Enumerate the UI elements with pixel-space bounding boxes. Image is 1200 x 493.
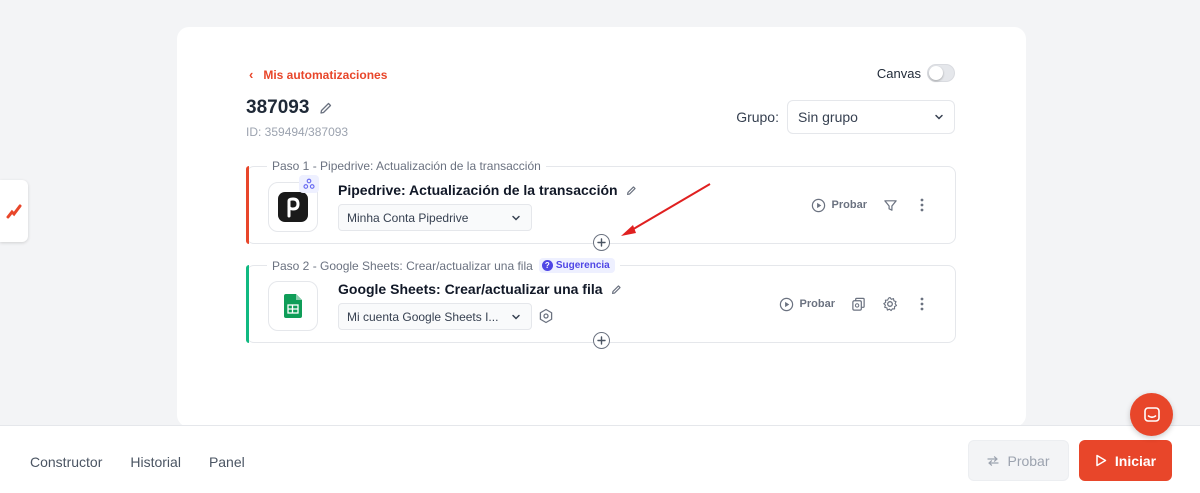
plus-icon: [597, 238, 606, 247]
iniciar-label: Iniciar: [1114, 452, 1157, 469]
step-title: Google Sheets: Crear/actualizar una fila: [338, 281, 622, 297]
google-sheets-icon: [284, 294, 302, 318]
account-select-value: Minha Conta Pipedrive: [347, 210, 469, 225]
probar-button[interactable]: Probar: [811, 198, 867, 213]
add-step-button[interactable]: [593, 332, 610, 349]
footer-bar: Constructor Historial Panel Probar Inici…: [0, 425, 1200, 493]
chevron-down-icon: [935, 114, 943, 120]
step-actions: Probar: [811, 167, 931, 243]
play-icon: [1096, 454, 1107, 467]
add-step-button[interactable]: [593, 234, 610, 251]
plus-icon: [597, 336, 606, 345]
settings-button[interactable]: [881, 295, 899, 313]
chat-support-button[interactable]: [1130, 393, 1173, 436]
question-icon: ?: [541, 260, 553, 271]
probar-label: Probar: [799, 298, 835, 310]
kebab-menu-icon: [920, 198, 924, 212]
filter-icon: [883, 199, 897, 211]
hexagon-settings-icon[interactable]: [538, 308, 554, 324]
chevron-down-icon: [512, 215, 520, 221]
account-select[interactable]: Minha Conta Pipedrive: [338, 204, 532, 231]
pencil-icon[interactable]: [611, 284, 622, 295]
iniciar-button[interactable]: Iniciar: [1079, 440, 1172, 481]
automation-card: ‹ Mis automatizaciones Canvas 387093 ID:…: [177, 27, 1026, 427]
step-accent-bar: [246, 265, 249, 343]
gear-icon: [883, 296, 898, 312]
swap-arrows-icon: [987, 455, 1000, 466]
step-card-1[interactable]: Paso 1 - Pipedrive: Actualización de la …: [246, 159, 956, 244]
play-circle-icon: [811, 198, 825, 212]
more-options-button[interactable]: [913, 295, 931, 313]
step-accent-bar: [246, 166, 249, 244]
automation-id: ID: 359494/387093: [246, 125, 349, 139]
back-link-label: Mis automatizaciones: [263, 67, 388, 82]
step-legend: Paso 1 - Pipedrive: Actualización de la …: [267, 159, 546, 173]
suggestion-badge[interactable]: ? Sugerencia: [538, 258, 615, 273]
footer-tabs: Constructor Historial Panel: [30, 454, 245, 470]
webhook-icon: [299, 175, 319, 193]
footer-probar-label: Probar: [1007, 452, 1050, 469]
tab-panel[interactable]: Panel: [209, 454, 245, 470]
probar-label: Probar: [831, 199, 867, 211]
brand-logo-icon: [6, 204, 22, 219]
group-selector: Grupo: Sin grupo: [736, 100, 955, 134]
automation-title: 387093: [246, 97, 333, 119]
step-legend-text: Paso 2 - Google Sheets: Crear/actualizar…: [272, 258, 533, 273]
account-select-value: Mi cuenta Google Sheets I...: [347, 309, 499, 324]
account-select[interactable]: Mi cuenta Google Sheets I...: [338, 303, 532, 330]
google-sheets-logo: [268, 281, 318, 331]
step-title-text: Pipedrive: Actualización de la transacci…: [338, 182, 618, 198]
step-legend-text: Paso 1 - Pipedrive: Actualización de la …: [272, 159, 541, 173]
pencil-icon[interactable]: [319, 101, 333, 115]
step-actions: Probar: [779, 266, 931, 342]
canvas-toggle-group: Canvas: [877, 64, 955, 82]
chevron-down-icon: [512, 314, 520, 320]
tab-constructor[interactable]: Constructor: [30, 454, 102, 470]
kebab-menu-icon: [920, 297, 924, 311]
probar-button[interactable]: Probar: [779, 297, 835, 312]
suggestion-badge-label: Sugerencia: [555, 260, 610, 271]
play-circle-icon: [779, 297, 793, 311]
copy-button[interactable]: [849, 295, 867, 313]
pipedrive-icon: [278, 192, 308, 222]
pencil-icon[interactable]: [626, 185, 637, 196]
group-select[interactable]: Sin grupo: [787, 100, 955, 134]
step-title-text: Google Sheets: Crear/actualizar una fila: [338, 281, 603, 297]
copy-search-icon: [851, 297, 865, 311]
step-legend: Paso 2 - Google Sheets: Crear/actualizar…: [267, 258, 620, 273]
chevron-left-icon: ‹: [249, 67, 254, 82]
side-logo-tab[interactable]: [0, 180, 28, 242]
filter-button[interactable]: [881, 196, 899, 214]
canvas-toggle[interactable]: [927, 64, 955, 82]
footer-probar-button[interactable]: Probar: [968, 440, 1069, 481]
group-label: Grupo:: [736, 109, 779, 125]
group-select-value: Sin grupo: [798, 109, 858, 125]
canvas-label: Canvas: [876, 65, 921, 81]
step-title: Pipedrive: Actualización de la transacci…: [338, 182, 637, 198]
tab-historial[interactable]: Historial: [130, 454, 181, 470]
chat-icon: [1143, 406, 1160, 422]
back-link[interactable]: ‹ Mis automatizaciones: [249, 67, 387, 82]
more-options-button[interactable]: [913, 196, 931, 214]
page-title: 387093: [246, 97, 310, 118]
